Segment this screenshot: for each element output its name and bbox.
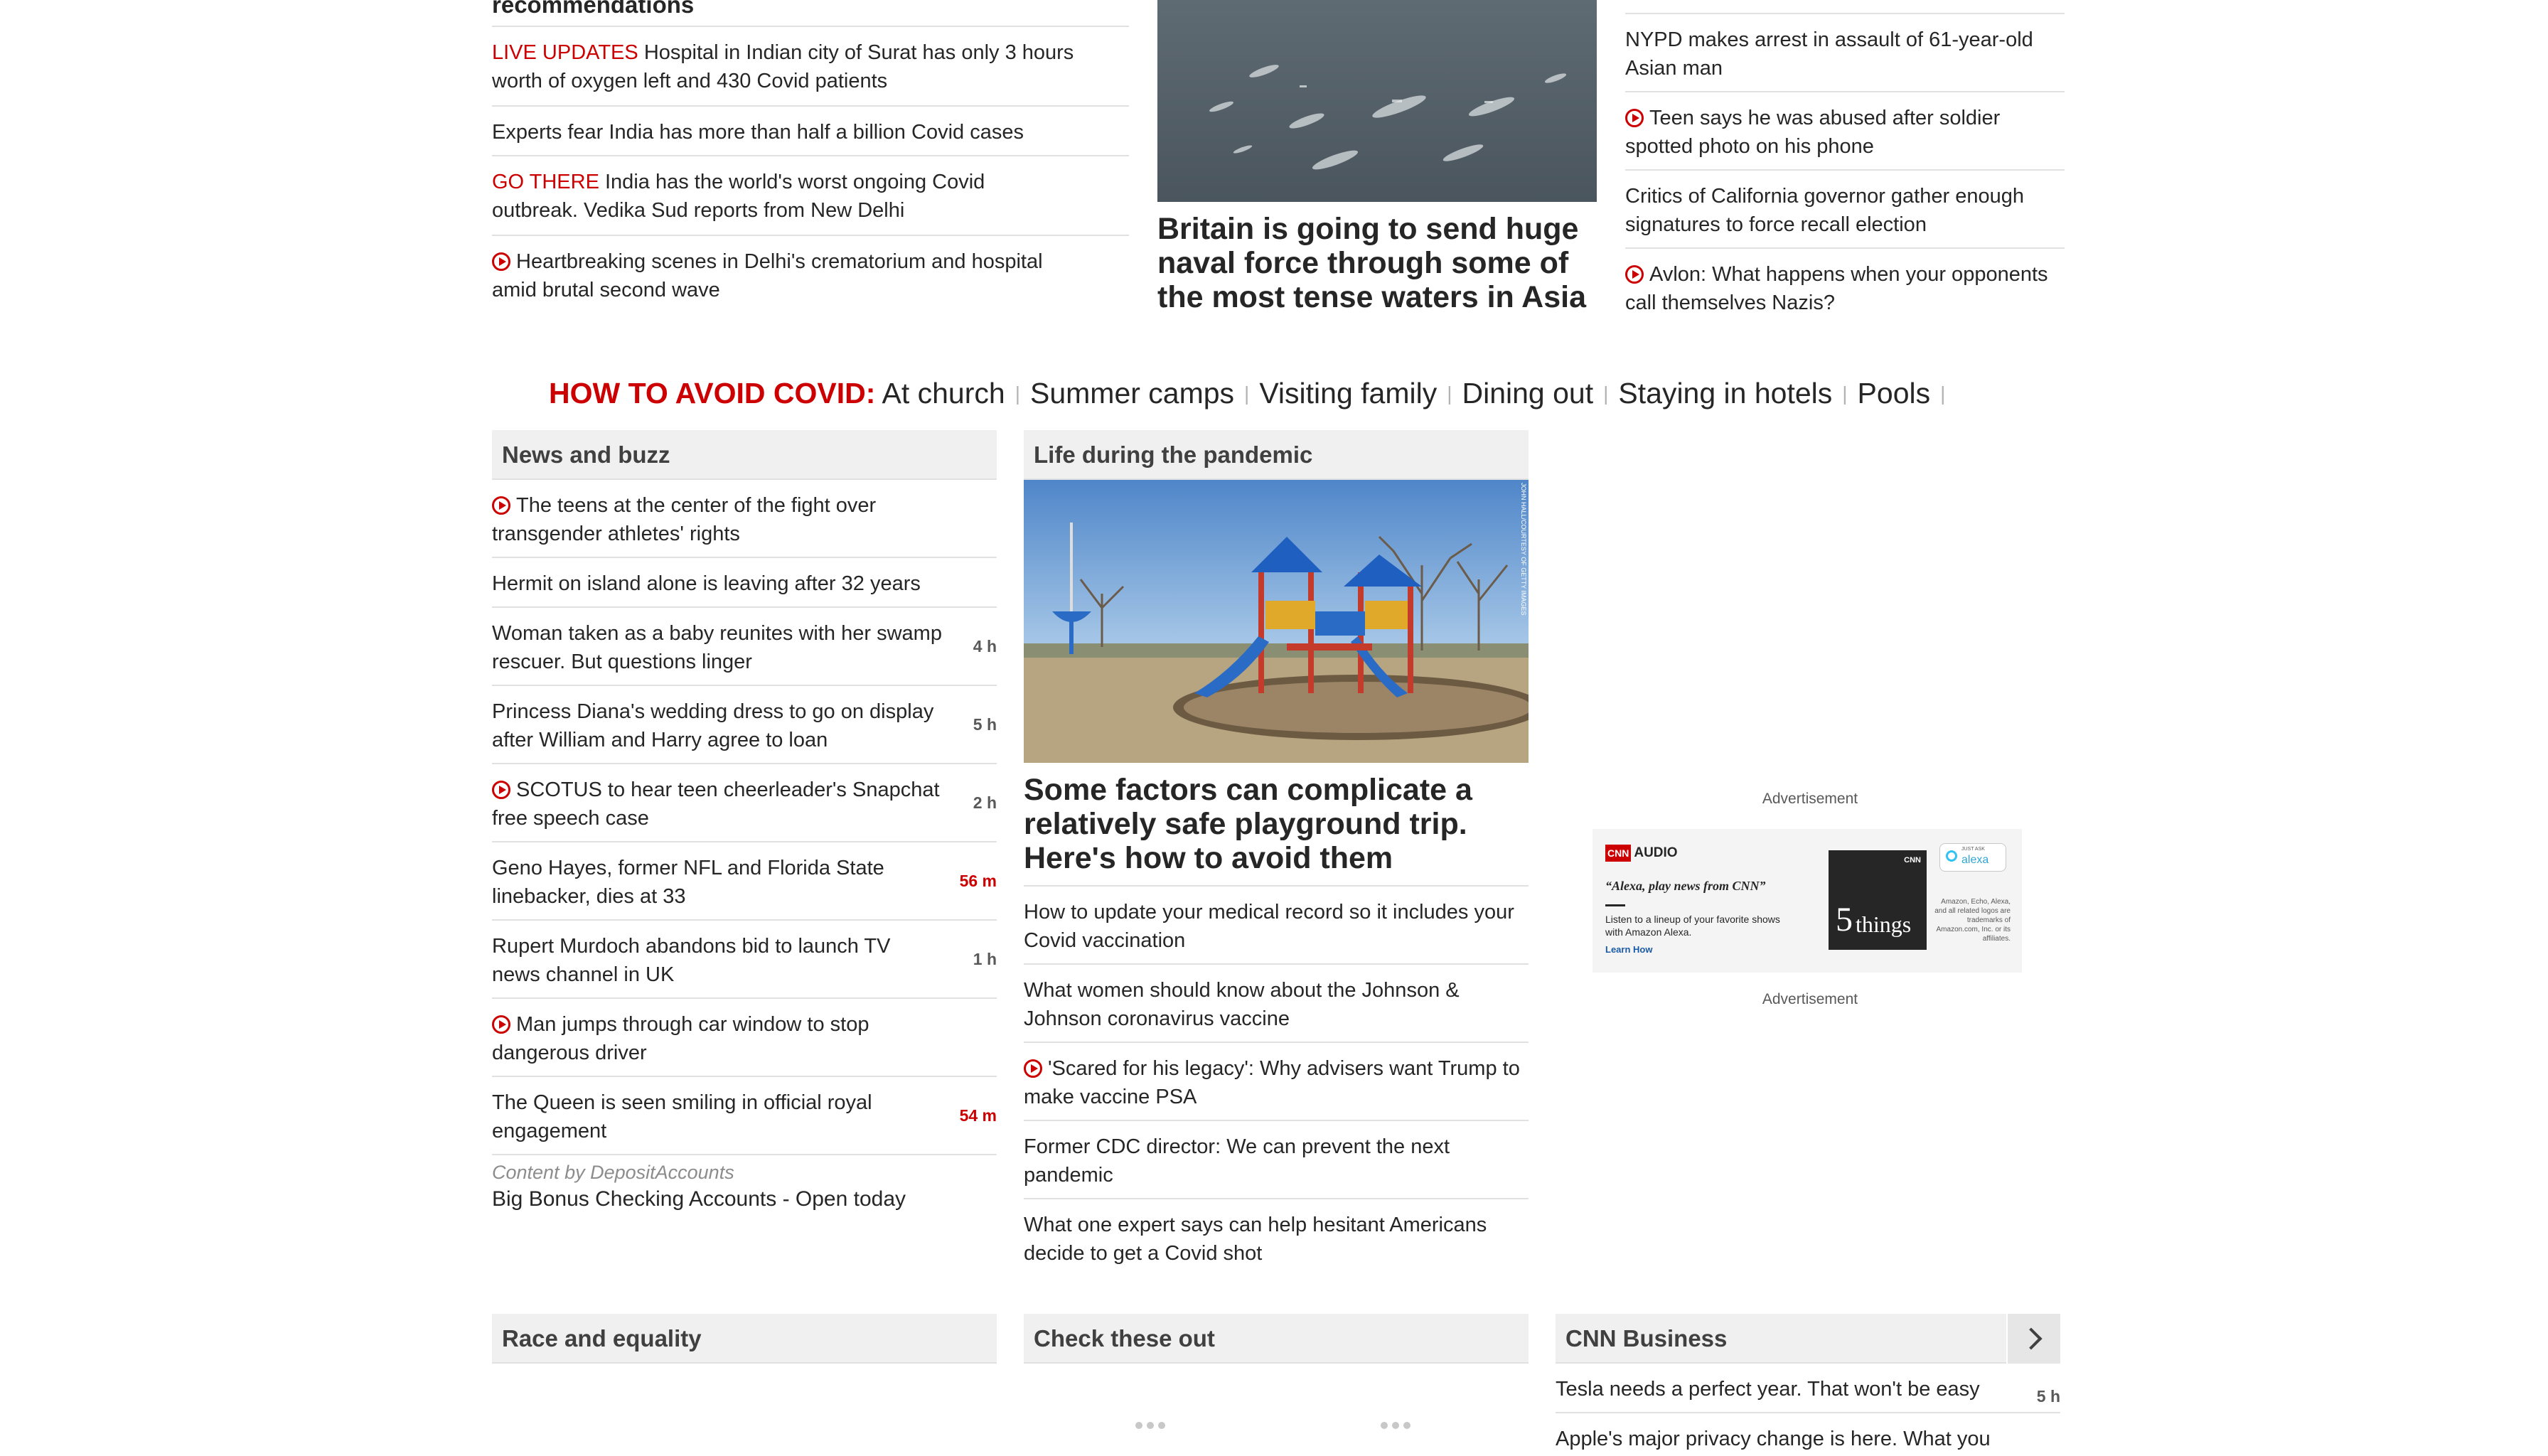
podcast-cnn-mark: CNN — [1904, 856, 1921, 864]
play-icon — [492, 781, 510, 799]
loading-dots-icon — [1135, 1422, 1165, 1429]
cnn-business-zone: CNN Business Tesla needs a perfect year.… — [1556, 1314, 2060, 1456]
play-icon — [492, 1015, 510, 1034]
timestamp: 5 h — [2036, 1387, 2060, 1406]
cnn-audio-ad[interactable]: CNN AUDIO “Alexa, play news from CNN” Li… — [1592, 829, 2022, 973]
list-item[interactable]: Teen says he was abused after soldier sp… — [1625, 92, 2065, 171]
top-center-column: Britain is going to send huge naval forc… — [1157, 0, 1597, 314]
play-icon — [492, 252, 510, 271]
list-item[interactable]: NYPD makes arrest in assault of 61-year-… — [1625, 14, 2065, 92]
loading-dots-icon — [1381, 1422, 1410, 1429]
list-item[interactable]: Hermit on island alone is leaving after … — [492, 558, 997, 608]
how-to-avoid-label: HOW TO AVOID COVID: — [549, 377, 876, 410]
list-item[interactable]: Former CDC director: We can prevent the … — [1024, 1121, 1529, 1199]
how-to-avoid-covid-bar: HOW TO AVOID COVID: At church | Summer cam… — [549, 377, 1946, 410]
photo-credit: JOHN HALL/COURTESY OF GETTY IMAGES — [1520, 483, 1527, 616]
news-and-buzz-zone: News and buzz The teens at the center of… — [492, 430, 997, 1214]
ad-learn-how[interactable]: Learn How — [1605, 944, 1652, 955]
cnn-logo: CNN — [1605, 845, 1632, 862]
sponsored-content[interactable]: Content by DepositAccounts Big Bonus Che… — [492, 1155, 997, 1214]
timestamp: 2 h — [973, 793, 997, 812]
zone-title: Check these out — [1024, 1314, 1529, 1364]
playground-photo — [1024, 480, 1529, 763]
link-visiting-family[interactable]: Visiting family — [1259, 377, 1437, 410]
zone-title: CNN Business — [1556, 1314, 2060, 1364]
sponsor-label: Content by DepositAccounts — [492, 1162, 734, 1183]
naval-fleet-image[interactable] — [1157, 0, 1597, 202]
zone-title: Race and equality — [492, 1314, 997, 1364]
ad-brand: CNN AUDIO — [1605, 845, 1678, 862]
timestamp: 4 h — [973, 637, 997, 655]
alexa-badge: JUST ASK alexa — [1939, 843, 2006, 872]
live-updates-label: LIVE UPDATES — [492, 41, 638, 64]
ad-body: Listen to a lineup of your favorite show… — [1605, 914, 1780, 938]
play-icon — [492, 496, 510, 515]
list-item[interactable]: 'Scared for his legacy': Why advisers wa… — [1024, 1043, 1529, 1121]
list-item[interactable]: Avlon: What happens when your opponents … — [1625, 249, 2065, 327]
check-these-out-zone: Check these out — [1024, 1314, 1529, 1364]
naval-force-headline[interactable]: Britain is going to send huge naval forc… — [1157, 212, 1597, 314]
list-item[interactable]: Heartbreaking scenes in Delhi's cremator… — [492, 236, 1129, 316]
alexa-label: alexa — [1961, 854, 1989, 866]
ad-divider — [1605, 904, 1625, 906]
go-there-label: GO THERE — [492, 171, 599, 193]
audio-label: AUDIO — [1634, 845, 1678, 860]
list-item[interactable]: Princess Diana's wedding dress to go on … — [492, 686, 997, 764]
section-heading: recommendations — [492, 0, 1129, 27]
timestamp: 56 m — [959, 872, 997, 890]
list-item[interactable]: Geno Hayes, former NFL and Florida State… — [492, 842, 997, 921]
things-word: things — [1856, 911, 1912, 937]
ad-label-top: Advertisement — [1762, 791, 1858, 807]
link-summer-camps[interactable]: Summer camps — [1030, 377, 1234, 410]
pandemic-zone: Life during the pandemic JOHN HALL/COURT… — [1024, 430, 1529, 1278]
list-item[interactable]: How to update your medical record so it … — [1024, 887, 1529, 965]
link-staying-in-hotels[interactable]: Staying in hotels — [1618, 377, 1832, 410]
list-item[interactable]: What one expert says can help hesitant A… — [1024, 1199, 1529, 1278]
ad-quote: “Alexa, play news from CNN” — [1605, 879, 1766, 893]
playground-headline[interactable]: Some factors can complicate a relatively… — [1024, 773, 1529, 887]
link-at-church[interactable]: At church — [882, 377, 1005, 410]
top-left-column: recommendations LIVE UPDATES Hospital in… — [492, 0, 1129, 316]
playground-image[interactable]: JOHN HALL/COURTESY OF GETTY IMAGES — [1024, 480, 1529, 763]
link-pools[interactable]: Pools — [1858, 377, 1931, 410]
ad-label-bottom: Advertisement — [1762, 991, 1858, 1007]
list-item[interactable]: Tesla needs a perfect year. That won't b… — [1556, 1364, 2060, 1413]
play-icon — [1625, 109, 1644, 127]
top-right-column: NYPD makes arrest in assault of 61-year-… — [1625, 0, 2065, 327]
timestamp: 1 h — [973, 950, 997, 968]
ad-disclaimer: Amazon, Echo, Alexa, and all related log… — [1934, 898, 2011, 943]
zone-title: News and buzz — [492, 430, 997, 480]
link-dining-out[interactable]: Dining out — [1462, 377, 1594, 410]
sponsor-link[interactable]: Big Bonus Checking Accounts - Open today — [492, 1185, 997, 1214]
list-item[interactable]: What women should know about the Johnson… — [1024, 965, 1529, 1043]
race-equality-zone: Race and equality — [492, 1314, 997, 1364]
alexa-small-label: JUST ASK — [1961, 847, 1985, 852]
timestamp: 5 h — [973, 715, 997, 734]
play-icon — [1024, 1059, 1042, 1078]
list-item[interactable]: The teens at the center of the fight ove… — [492, 480, 997, 558]
list-item[interactable]: GO THERE India has the world's worst ong… — [492, 156, 1129, 236]
list-item[interactable]: Rupert Murdoch abandons bid to launch TV… — [492, 921, 997, 999]
zone-title: Life during the pandemic — [1024, 430, 1529, 480]
timestamp: 54 m — [959, 1106, 997, 1125]
list-item[interactable]: Apple's major privacy change is here. Wh… — [1556, 1413, 2060, 1456]
list-item[interactable]: Critics of California governor gather en… — [1625, 171, 2065, 249]
divider — [1625, 0, 2065, 14]
list-item[interactable]: SCOTUS to hear teen cheerleader's Snapch… — [492, 764, 997, 842]
chevron-right-icon[interactable] — [2006, 1314, 2060, 1364]
play-icon — [1625, 265, 1644, 284]
alexa-icon — [1946, 850, 1957, 862]
list-item[interactable]: Woman taken as a baby reunites with her … — [492, 608, 997, 686]
list-item[interactable]: The Queen is seen smiling in official ro… — [492, 1077, 997, 1155]
list-item[interactable]: LIVE UPDATES Hospital in Indian city of … — [492, 27, 1129, 107]
list-item[interactable]: Experts fear India has more than half a … — [492, 107, 1129, 156]
list-item[interactable]: Man jumps through car window to stop dan… — [492, 999, 997, 1077]
five-things-podcast-art: CNN 5 things — [1829, 850, 1927, 950]
five-number: 5 — [1836, 901, 1853, 938]
